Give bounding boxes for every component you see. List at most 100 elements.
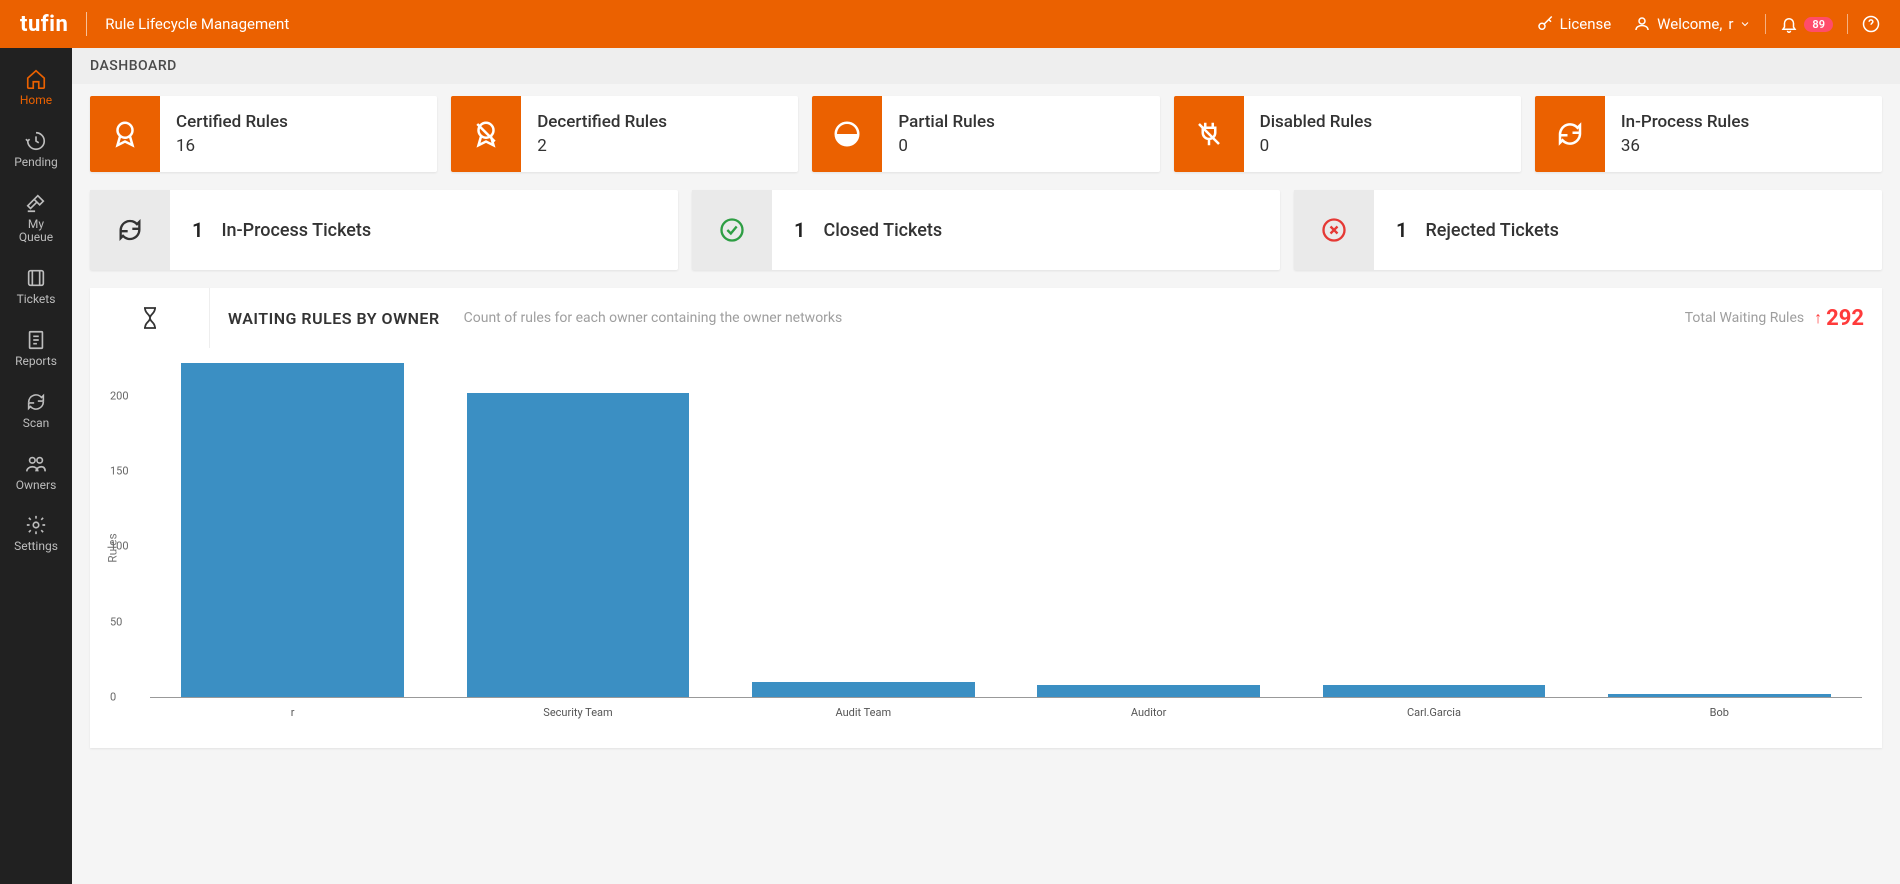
- sidebar-item-owners[interactable]: Owners: [0, 443, 72, 505]
- ticket-label: Closed Tickets: [823, 220, 942, 241]
- refresh-icon: [25, 391, 47, 413]
- sidebar-item-tickets[interactable]: Tickets: [0, 257, 72, 319]
- ticket-card-closed[interactable]: 1 Closed Tickets: [692, 190, 1280, 270]
- stat-value: 16: [176, 136, 288, 156]
- sidebar-item-label: Owners: [16, 479, 57, 493]
- chart-xlabel: Carl.Garcia: [1407, 706, 1461, 719]
- sync-icon: [116, 216, 144, 244]
- stat-card-disabled[interactable]: Disabled Rules 0: [1174, 96, 1521, 172]
- sidebar-item-home[interactable]: Home: [0, 58, 72, 120]
- stat-value: 0: [898, 136, 994, 156]
- gavel-icon: [25, 192, 47, 214]
- breadcrumb: DASHBOARD: [72, 48, 1900, 84]
- chart-xlabel: r: [291, 706, 295, 719]
- report-icon: [25, 329, 47, 351]
- users-icon: [25, 453, 47, 475]
- ticket-card-rejected[interactable]: 1 Rejected Tickets: [1294, 190, 1882, 270]
- welcome-label: Welcome,: [1657, 15, 1722, 33]
- gear-icon: [25, 514, 47, 536]
- chart-bar[interactable]: Audit Team: [721, 682, 1006, 697]
- chart-xlabel: Audit Team: [835, 706, 891, 719]
- user-menu[interactable]: Welcome, r: [1633, 15, 1751, 33]
- ticket-icon: [25, 267, 47, 289]
- ribbon-slash-icon: [471, 119, 501, 149]
- ribbon-icon: [110, 119, 140, 149]
- chart-bar[interactable]: Auditor: [1006, 685, 1291, 697]
- stat-value: 2: [537, 136, 667, 156]
- half-circle-icon: [832, 119, 862, 149]
- total-label: Total Waiting Rules: [1685, 310, 1804, 326]
- stat-label: Decertified Rules: [537, 112, 667, 132]
- sidebar: Home Pending MyQueue Tickets Reports Sca…: [0, 48, 72, 884]
- sidebar-item-reports[interactable]: Reports: [0, 319, 72, 381]
- chart-xlabel: Bob: [1710, 706, 1729, 719]
- user-name: r: [1728, 15, 1733, 33]
- ticket-label: Rejected Tickets: [1425, 220, 1558, 241]
- stat-card-decertified[interactable]: Decertified Rules 2: [451, 96, 798, 172]
- sidebar-item-settings[interactable]: Settings: [0, 504, 72, 566]
- notifications-button[interactable]: 89: [1780, 15, 1833, 33]
- topbar: tufin Rule Lifecycle Management License …: [0, 0, 1900, 48]
- panel-title: WAITING RULES BY OWNER: [228, 309, 440, 328]
- check-circle-icon: [718, 216, 746, 244]
- waiting-rules-chart: Rules 050100150200rSecurity TeamAudit Te…: [90, 348, 1882, 748]
- stat-card-certified[interactable]: Certified Rules16: [90, 96, 437, 172]
- hourglass-icon: [138, 306, 162, 330]
- user-icon: [1633, 15, 1651, 33]
- chevron-down-icon: [1739, 18, 1751, 30]
- chart-xlabel: Auditor: [1131, 706, 1167, 719]
- panel-subtitle: Count of rules for each owner containing…: [464, 310, 843, 326]
- sidebar-item-pending[interactable]: Pending: [0, 120, 72, 182]
- license-link[interactable]: License: [1536, 15, 1612, 33]
- home-icon: [25, 68, 47, 90]
- stat-cards-row: Certified Rules16 Decertified Rules 2 Par…: [90, 96, 1882, 172]
- chart-bar[interactable]: Bob: [1577, 694, 1862, 697]
- breadcrumb-text: DASHBOARD: [90, 58, 177, 74]
- app-title: Rule Lifecycle Management: [105, 15, 289, 33]
- chart-ytick: 0: [110, 691, 116, 704]
- chart-bar[interactable]: Carl.Garcia: [1291, 685, 1576, 697]
- stat-card-partial[interactable]: Partial Rules 0: [812, 96, 1159, 172]
- sync-icon: [1555, 119, 1585, 149]
- stat-label: Disabled Rules: [1260, 112, 1372, 132]
- sidebar-item-label: Reports: [15, 355, 57, 369]
- x-circle-icon: [1320, 216, 1348, 244]
- divider: [1765, 14, 1766, 34]
- help-icon: [1862, 15, 1880, 33]
- chart-ytick: 100: [110, 540, 129, 553]
- ticket-cards-row: 1 In-Process Tickets 1 Closed Tickets 1 …: [90, 190, 1882, 270]
- stat-value: 36: [1621, 136, 1749, 156]
- bell-icon: [1780, 15, 1798, 33]
- sidebar-item-scan[interactable]: Scan: [0, 381, 72, 443]
- divider: [86, 12, 87, 36]
- stat-label: Partial Rules: [898, 112, 994, 132]
- sidebar-item-label: Tickets: [17, 293, 56, 307]
- sidebar-item-label: Home: [20, 94, 52, 108]
- ticket-count: 1: [1396, 218, 1407, 242]
- waiting-rules-panel: WAITING RULES BY OWNER Count of rules fo…: [90, 288, 1882, 748]
- chart-ytick: 200: [110, 389, 129, 402]
- logo: tufin: [20, 12, 68, 37]
- total-value: 292: [1826, 306, 1864, 331]
- ticket-card-inprocess[interactable]: 1 In-Process Tickets: [90, 190, 678, 270]
- ticket-label: In-Process Tickets: [221, 220, 371, 241]
- help-button[interactable]: [1862, 15, 1880, 33]
- stat-label: In-Process Rules: [1621, 112, 1749, 132]
- chart-ytick: 50: [110, 615, 122, 628]
- stat-card-inprocess[interactable]: In-Process Rules 36: [1535, 96, 1882, 172]
- divider: [1847, 14, 1848, 34]
- chart-bar[interactable]: Security Team: [435, 393, 720, 697]
- sidebar-item-label: Pending: [14, 156, 58, 170]
- notif-badge: 89: [1804, 17, 1833, 32]
- panel-header: WAITING RULES BY OWNER Count of rules fo…: [90, 288, 1882, 348]
- plug-off-icon: [1194, 119, 1224, 149]
- ticket-count: 1: [794, 218, 805, 242]
- clock-history-icon: [25, 130, 47, 152]
- chart-ytick: 150: [110, 465, 129, 478]
- key-icon: [1536, 15, 1554, 33]
- sidebar-item-label: Settings: [14, 540, 58, 554]
- stat-value: 0: [1260, 136, 1372, 156]
- chart-bar[interactable]: r: [150, 363, 435, 697]
- ticket-count: 1: [192, 218, 203, 242]
- sidebar-item-myqueue[interactable]: MyQueue: [0, 182, 72, 258]
